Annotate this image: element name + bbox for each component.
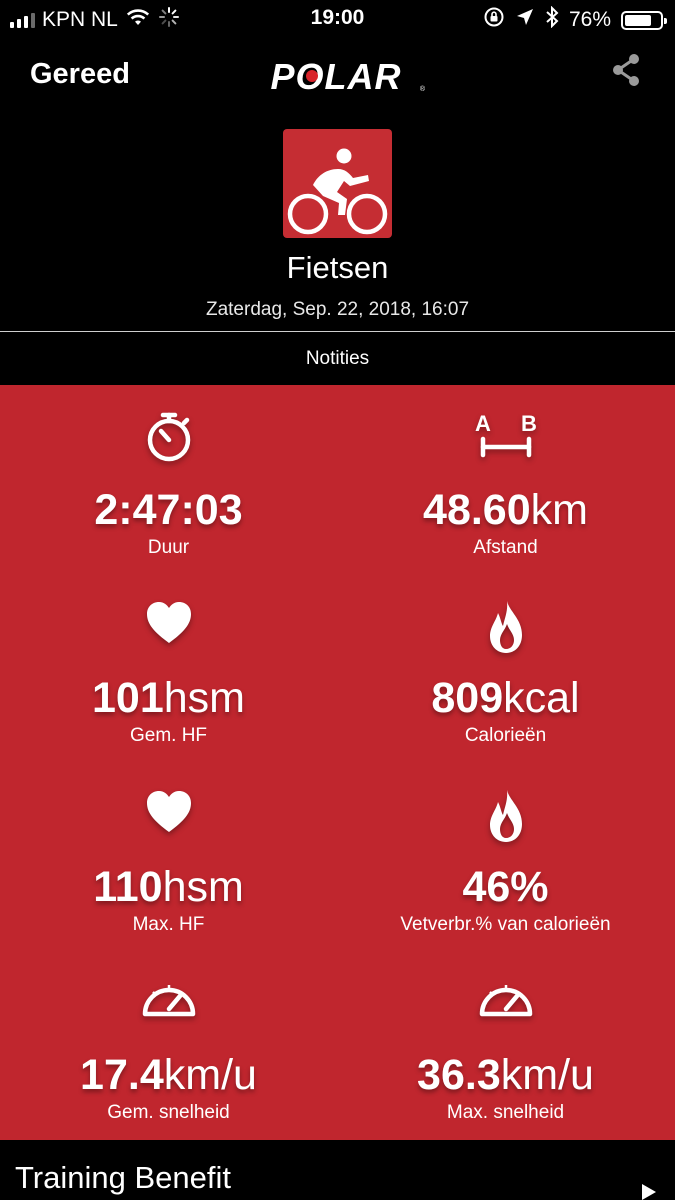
polar-logo-text: POLAR (271, 58, 402, 94)
stat-label: Gem. snelheid (107, 1102, 230, 1123)
notes-button[interactable]: Notities (0, 332, 675, 385)
stat-unit: km/u (500, 1051, 594, 1099)
stat-fat-burn: 46% Vetverbr.% van calorieën (337, 788, 674, 936)
battery-percent: 76% (568, 8, 611, 31)
battery-icon (621, 10, 667, 30)
flame-icon (337, 788, 674, 844)
speedometer-icon (337, 976, 674, 1032)
stat-avg-hr: 101hsm Gem. HF (0, 599, 337, 747)
stat-calories: 809kcal Calorieën (337, 599, 674, 747)
heart-icon (0, 788, 337, 844)
stat-max-speed: 36.3km/u Max. snelheid (337, 976, 674, 1124)
stat-value: 2:47:03 (94, 486, 243, 534)
sport-name: Fietsen (286, 250, 389, 285)
heart-icon (0, 599, 337, 655)
svg-text:A: A (475, 411, 491, 436)
stat-label: Vetverbr.% van calorieën (400, 914, 611, 935)
svg-text:®: ® (420, 85, 426, 93)
location-icon (515, 7, 535, 33)
speedometer-icon (0, 976, 337, 1032)
status-right: 76% (483, 5, 667, 34)
flame-icon (337, 599, 674, 655)
stat-avg-speed: 17.4km/u Gem. snelheid (0, 976, 337, 1124)
stat-max-hr: 110hsm Max. HF (0, 788, 337, 936)
stat-label: Calorieën (464, 725, 547, 746)
stat-label: Max. HF (132, 914, 205, 935)
stat-value: 36.3 (417, 1051, 501, 1099)
session-date: Zaterdag, Sep. 22, 2018, 16:07 (205, 299, 470, 320)
sport-tile (283, 129, 392, 238)
stopwatch-icon (0, 411, 337, 467)
chevron-right-icon[interactable] (640, 1184, 658, 1200)
training-benefit-title: Training Benefit (15, 1160, 231, 1195)
stat-value: 809 (431, 674, 504, 722)
share-icon[interactable] (608, 52, 646, 88)
cycling-icon (287, 148, 388, 235)
bluetooth-icon (545, 5, 559, 34)
training-benefit-row[interactable]: Training Benefit (0, 1140, 675, 1200)
done-button[interactable]: Gereed (30, 58, 130, 91)
stat-value: 48.60 (423, 486, 531, 534)
stat-duration: 2:47:03 Duur (0, 411, 337, 559)
stat-distance: A B 48.60km Afstand (337, 411, 674, 559)
stat-value: 46% (462, 863, 549, 911)
stat-unit: kcal (503, 674, 580, 722)
stat-unit: km (530, 486, 588, 534)
polar-logo: POLAR ® (271, 58, 426, 94)
distance-ab-icon: A B (337, 411, 674, 467)
stat-unit: hsm (163, 674, 245, 722)
svg-text:B: B (521, 411, 537, 436)
stat-label: Afstand (473, 537, 538, 558)
stats-panel: 2:47:03 Duur A B 48.60km Afstand 101hsm … (0, 385, 675, 1140)
status-bar: KPN NL 19:00 76% (0, 0, 675, 40)
stat-value: 110 (93, 863, 163, 911)
stat-label: Max. snelheid (446, 1102, 565, 1123)
stat-label: Duur (147, 537, 190, 558)
stat-value: 17.4 (80, 1051, 164, 1099)
stat-unit: hsm (162, 863, 244, 911)
rotation-lock-icon (483, 6, 505, 34)
stat-unit: km/u (163, 1051, 257, 1099)
stat-value: 101 (92, 674, 164, 722)
stat-label: Gem. HF (129, 725, 208, 746)
